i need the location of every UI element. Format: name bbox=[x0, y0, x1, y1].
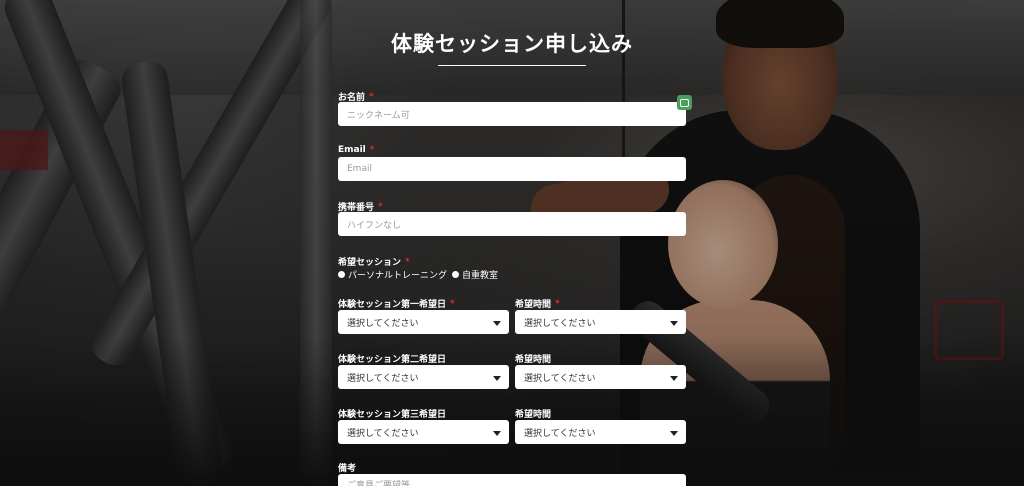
date3-label: 体験セッション第三希望日 bbox=[338, 410, 447, 420]
title-underline bbox=[438, 65, 586, 66]
time2-select[interactable]: 選択してください bbox=[515, 365, 686, 389]
chevron-down-icon bbox=[493, 321, 501, 326]
notes-label: 備考 bbox=[338, 464, 357, 474]
time1-label: 希望時間 * bbox=[515, 298, 560, 311]
required-mark: * bbox=[405, 256, 410, 267]
name-placeholder: ニックネーム可 bbox=[347, 110, 410, 121]
radio-button[interactable] bbox=[452, 271, 460, 278]
required-mark: * bbox=[555, 298, 560, 309]
time3-select[interactable]: 選択してください bbox=[515, 420, 686, 444]
notes-placeholder: ご意見ご要望等 bbox=[347, 481, 411, 486]
trial-session-form: 体験セッション申し込み お名前 * ニックネーム可 Email * Email 携帯… bbox=[0, 0, 1024, 486]
chevron-down-icon bbox=[670, 431, 678, 436]
date1-label: 体験セッション第一希望日 * bbox=[338, 298, 455, 311]
notes-textarea[interactable]: ご意見ご要望等 bbox=[338, 474, 686, 486]
time3-label: 希望時間 bbox=[515, 410, 552, 420]
required-mark: * bbox=[369, 91, 374, 102]
chevron-down-icon bbox=[493, 431, 501, 436]
time1-select[interactable]: 選択してください bbox=[515, 310, 686, 334]
email-label: Email * bbox=[338, 145, 375, 155]
date2-label: 体験セッション第二希望日 bbox=[338, 355, 447, 365]
chevron-down-icon bbox=[493, 376, 501, 381]
required-mark: * bbox=[369, 145, 375, 155]
session-option-bodyweight[interactable]: 自重教室 bbox=[452, 268, 498, 281]
phone-input[interactable]: ハイフンなし bbox=[338, 212, 686, 236]
time2-label: 希望時間 bbox=[515, 355, 552, 365]
session-option-personal[interactable]: パーソナルトレーニング bbox=[338, 268, 447, 281]
date1-select[interactable]: 選択してください bbox=[338, 310, 509, 334]
required-mark: * bbox=[450, 298, 455, 309]
session-label: 希望セッション * bbox=[338, 256, 410, 269]
email-placeholder: Email bbox=[347, 164, 372, 174]
date2-select[interactable]: 選択してください bbox=[338, 365, 509, 389]
session-radio-group: パーソナルトレーニング 自重教室 bbox=[338, 268, 498, 281]
autofill-icon[interactable] bbox=[677, 95, 692, 110]
chevron-down-icon bbox=[670, 376, 678, 381]
page-title: 体験セッション申し込み bbox=[391, 32, 633, 56]
name-input[interactable]: ニックネーム可 bbox=[338, 102, 686, 126]
radio-button[interactable] bbox=[338, 271, 345, 278]
date3-select[interactable]: 選択してください bbox=[338, 420, 509, 444]
chevron-down-icon bbox=[670, 321, 678, 326]
phone-placeholder: ハイフンなし bbox=[347, 220, 402, 231]
email-input[interactable]: Email bbox=[338, 157, 686, 181]
required-mark: * bbox=[378, 201, 383, 212]
